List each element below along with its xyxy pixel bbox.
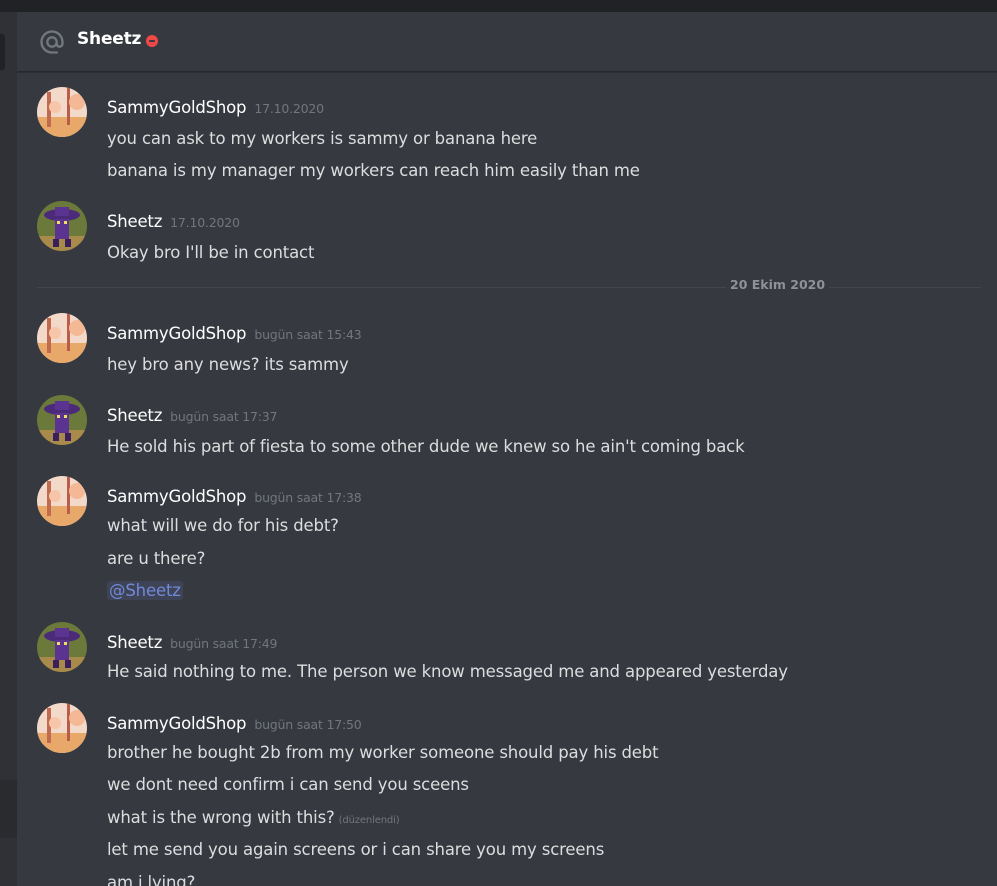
avatar-sammygoldshop[interactable] <box>37 87 87 137</box>
message-author[interactable]: Sheetz 17.10.2020 <box>107 212 240 231</box>
chat-header: Sheetz <box>17 12 997 72</box>
message-timestamp: 17.10.2020 <box>170 215 240 230</box>
message-text: @Sheetz <box>107 581 183 600</box>
date-divider-line <box>37 287 981 288</box>
avatar-sammygoldshop[interactable] <box>37 313 87 363</box>
chat-main: Sheetz SammyGoldShop 17.10.2020 you can a… <box>17 12 997 886</box>
channel-sidebar-edge <box>0 12 17 886</box>
message-text: hey bro any news? its sammy <box>107 355 349 374</box>
message-timestamp: 17.10.2020 <box>254 101 324 116</box>
message-text: you can ask to my workers is sammy or ba… <box>107 129 538 148</box>
message-timestamp: bugün saat 17:50 <box>254 717 362 732</box>
message-text: are u there? <box>107 549 206 568</box>
message-author[interactable]: Sheetz bugün saat 17:37 <box>107 406 278 425</box>
message-text: He said nothing to me. The person we kno… <box>107 662 788 681</box>
message-timestamp: bugün saat 17:37 <box>170 409 278 424</box>
message-text: am i lying? <box>107 873 196 886</box>
message-author[interactable]: SammyGoldShop bugün saat 15:43 <box>107 324 362 343</box>
avatar-sammygoldshop[interactable] <box>37 703 87 753</box>
message-text: He sold his part of fiesta to some other… <box>107 437 745 456</box>
message-text: what will we do for his debt? <box>107 516 339 535</box>
edited-label: (düzenlendi) <box>338 815 400 826</box>
message-text: brother he bought 2b from my worker some… <box>107 743 659 762</box>
date-divider-label: 20 Ekim 2020 <box>726 277 830 292</box>
message-author[interactable]: Sheetz bugün saat 17:49 <box>107 633 278 652</box>
avatar-sheetz[interactable] <box>37 201 87 251</box>
message-text: what is the wrong with this? (düzenlendi) <box>107 808 400 827</box>
at-icon <box>40 30 64 54</box>
avatar-sheetz[interactable] <box>37 622 87 672</box>
avatar-sammygoldshop[interactable] <box>37 476 87 526</box>
message-author[interactable]: SammyGoldShop bugün saat 17:50 <box>107 714 362 733</box>
message-author[interactable]: SammyGoldShop bugün saat 17:38 <box>107 487 362 506</box>
message-timestamp: bugün saat 17:38 <box>254 490 362 505</box>
message-author[interactable]: SammyGoldShop 17.10.2020 <box>107 98 324 117</box>
message-text: banana is my manager my workers can reac… <box>107 161 640 180</box>
message-timestamp: bugün saat 17:49 <box>170 636 278 651</box>
message-timestamp: bugün saat 15:43 <box>254 327 362 342</box>
dnd-status-icon <box>146 35 158 47</box>
message-text: we dont need confirm i can send you scee… <box>107 775 469 794</box>
sidebar-button-edge[interactable] <box>0 34 5 70</box>
message-text: let me send you again screens or i can s… <box>107 840 605 859</box>
dm-recipient-name: Sheetz <box>77 29 142 49</box>
message-list: SammyGoldShop 17.10.2020 you can ask to m… <box>17 72 997 886</box>
avatar-sheetz[interactable] <box>37 395 87 445</box>
message-text: Okay bro I'll be in contact <box>107 243 315 262</box>
user-mention[interactable]: @Sheetz <box>107 581 183 600</box>
user-panel-edge <box>0 780 17 838</box>
